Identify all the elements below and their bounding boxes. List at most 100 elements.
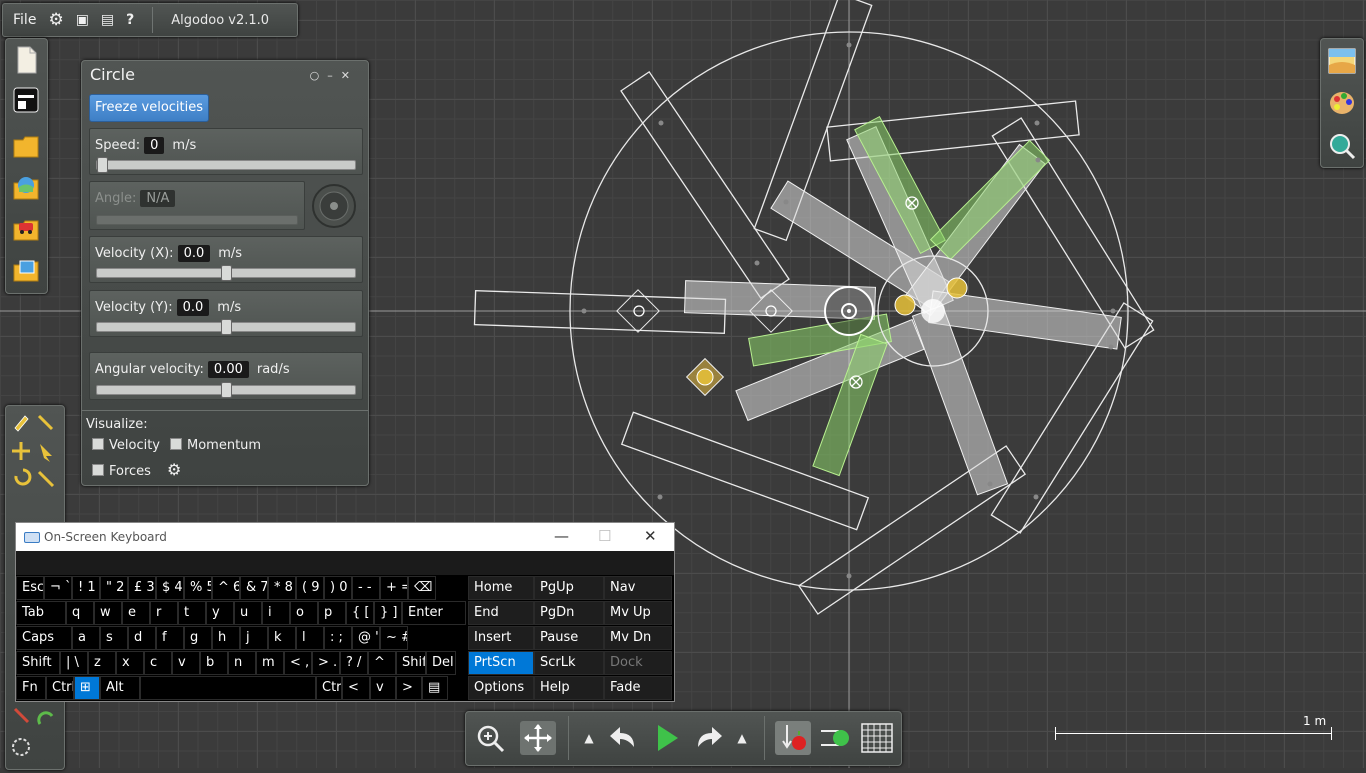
undo-history-arrow-icon[interactable]: ▲ [578,721,600,755]
osk-key[interactable]: w [94,601,122,625]
osk-key[interactable]: { [ [346,601,374,625]
osk-key[interactable]: } ] [374,601,402,625]
osk-key[interactable]: ( 9 [296,576,324,600]
osk-key[interactable]: Fn [16,676,46,700]
forces-checkbox[interactable] [92,464,104,476]
osk-key[interactable]: ▤ [422,676,448,700]
osk-key[interactable]: ) 0 [324,576,352,600]
osk-nav-key[interactable]: PgDn [534,601,604,625]
redo-history-arrow-icon[interactable]: ▲ [731,721,753,755]
osk-key[interactable]: Shift [16,651,60,675]
visualize-settings-gear-icon[interactable]: ⚙ [167,460,181,479]
osk-key[interactable]: $ 4 [156,576,184,600]
play-sim-icon[interactable]: ▣ [70,12,95,28]
osk-key[interactable]: t [178,601,206,625]
osk-key[interactable]: < , [284,651,312,675]
osk-key[interactable]: Enter [402,601,466,625]
osk-key[interactable]: Del [426,651,456,675]
osk-key[interactable]: o [290,601,318,625]
osk-key[interactable]: m [256,651,284,675]
osk-key[interactable]: v [370,676,396,700]
help-icon[interactable]: ? [120,12,140,28]
osk-key[interactable] [140,676,316,700]
osk-key[interactable]: < [342,676,370,700]
play-icon[interactable] [648,721,684,755]
redo-icon[interactable] [690,721,726,755]
gear-icon[interactable]: ⚙ [42,10,69,30]
osk-key[interactable]: Ctrl [46,676,74,700]
osk-nav-key[interactable]: Nav [604,576,672,600]
osk-key[interactable]: n [228,651,256,675]
osk-key[interactable]: r [150,601,178,625]
grid-icon[interactable] [859,721,895,755]
osk-key[interactable]: s [100,626,128,650]
osk-key[interactable]: ! 1 [72,576,100,600]
gravity-icon[interactable] [775,721,811,755]
osk-nav-key[interactable]: Pause [534,626,604,650]
osk-key[interactable]: * 8 [268,576,296,600]
osk-nav-key[interactable]: Help [534,676,604,700]
osk-key[interactable]: ⊞ [74,676,100,700]
osk-key[interactable]: j [240,626,268,650]
osk-key[interactable]: % 5 [184,576,212,600]
velocity-x-slider[interactable] [96,265,356,281]
scene-properties-icon[interactable] [12,85,40,115]
osk-nav-key[interactable]: PrtScn [468,651,534,675]
forces-checkbox-row[interactable]: Forces [92,464,151,479]
osk-key[interactable]: Shift [396,651,426,675]
pin-icon[interactable]: ○ [310,69,328,82]
osk-key[interactable]: ^ [368,651,396,675]
momentum-checkbox[interactable] [170,438,182,450]
osk-key[interactable]: p [318,601,346,625]
osk-key[interactable]: f [156,626,184,650]
osk-key[interactable]: > [396,676,422,700]
velocity-x-slider-knob[interactable] [221,265,232,281]
osk-key[interactable]: e [122,601,150,625]
osk-key[interactable]: ⌫ [408,576,436,600]
palette-icon[interactable] [1328,89,1356,117]
pan-icon[interactable] [520,721,556,755]
open-folder-icon[interactable] [12,131,40,161]
browse-scenes-icon[interactable] [12,172,40,202]
velocity-checkbox-row[interactable]: Velocity [92,438,160,453]
osk-key[interactable]: Caps [16,626,72,650]
speed-field[interactable]: 0 [144,137,165,154]
osk-key[interactable]: c [144,651,172,675]
osk-key[interactable]: a [72,626,100,650]
close-icon[interactable]: ✕ [341,69,358,82]
osk-key[interactable]: > . [312,651,340,675]
osk-key[interactable]: ¬ ` [44,576,72,600]
background-icon[interactable] [1328,47,1356,75]
osk-key[interactable]: Tab [16,601,66,625]
osk-nav-key[interactable]: Home [468,576,534,600]
osk-key[interactable]: ^ 6 [212,576,240,600]
osk-key[interactable]: £ 3 [128,576,156,600]
osk-key[interactable]: ? / [340,651,368,675]
osk-nav-key[interactable]: End [468,601,534,625]
osk-key[interactable]: q [66,601,94,625]
speed-slider-knob[interactable] [97,157,108,173]
undo-icon[interactable] [606,721,642,755]
osk-key[interactable]: y [206,601,234,625]
osk-key[interactable]: ~ # [380,626,408,650]
angular-velocity-field[interactable]: 0.00 [207,361,249,378]
zoom-to-scene-icon[interactable] [1328,132,1356,160]
window-icon[interactable]: ▤ [95,12,120,28]
osk-key[interactable]: k [268,626,296,650]
osk-close-icon[interactable]: ✕ [644,527,657,545]
osk-key[interactable]: @ ' [352,626,380,650]
osk-key[interactable]: z [88,651,116,675]
osk-key[interactable]: l [296,626,324,650]
zoom-icon[interactable] [473,721,509,755]
osk-key[interactable]: v [172,651,200,675]
algobox-icon[interactable] [12,213,40,243]
osk-key[interactable]: " 2 [100,576,128,600]
momentum-checkbox-row[interactable]: Momentum [170,438,261,453]
osk-nav-key[interactable]: Fade [604,676,672,700]
angular-velocity-slider-knob[interactable] [221,382,232,398]
examples-folder-icon[interactable] [12,254,40,284]
osk-nav-key[interactable]: PgUp [534,576,604,600]
osk-key[interactable]: Ctrl [316,676,342,700]
new-scene-icon[interactable] [12,45,40,75]
osk-nav-key[interactable]: Insert [468,626,534,650]
